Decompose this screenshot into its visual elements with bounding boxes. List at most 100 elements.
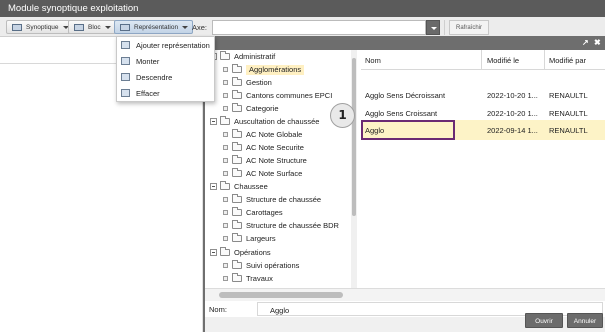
tree-node[interactable]: Suivi opérations (223, 260, 299, 273)
tree-leaf-icon (223, 93, 228, 98)
open-representation-dialog: ↗ ✖ Administratif Agglomérations Gestion… (203, 36, 605, 332)
bloc-label: Bloc (88, 24, 101, 31)
open-button[interactable]: Ouvrir (525, 313, 563, 328)
menu-item-ajouter[interactable]: Ajouter représentation (117, 37, 214, 53)
menu-item-label: Descendre (136, 73, 173, 82)
synoptique-label: Synoptique (26, 24, 59, 31)
tree-node[interactable]: Carottages (223, 207, 283, 220)
folder-icon (220, 51, 230, 60)
table-row-selected[interactable]: Agglo 2022-09-14 1... RENAULTL (361, 120, 605, 140)
column-header-modifie-le[interactable]: Modifié le (487, 56, 519, 65)
tree-node[interactable]: AC Note Surface (223, 168, 302, 181)
synoptique-icon (12, 24, 22, 31)
folder-icon (232, 142, 242, 151)
scrollbar-thumb[interactable] (352, 58, 356, 216)
folder-icon (232, 129, 242, 138)
folder-icon (232, 103, 242, 112)
cell-date: 2022-10-20 1... (487, 109, 538, 118)
add-icon (121, 41, 130, 49)
column-header-nom[interactable]: Nom (365, 56, 381, 65)
tree-node[interactable]: AC Note Globale (223, 129, 302, 142)
cell-nom: Agglo Sens Décroissant (365, 91, 446, 100)
folder-icon (232, 90, 242, 99)
tree-node[interactable]: Agglomérations (223, 64, 305, 77)
menu-item-monter[interactable]: Monter (117, 53, 214, 69)
tree-leaf-icon (223, 80, 228, 85)
tree-leaf-icon (223, 223, 228, 228)
column-divider (481, 50, 482, 70)
menu-item-label: Effacer (136, 89, 160, 98)
move-down-icon (121, 73, 130, 81)
name-label: Nom: (209, 305, 227, 314)
axe-dropdown-button[interactable] (426, 20, 440, 35)
refresh-button[interactable]: Rafraîchir (449, 20, 490, 35)
tree-node[interactable]: Gestion (223, 77, 272, 90)
dialog-header: ↗ ✖ (205, 36, 605, 50)
representation-label: Représentation (134, 24, 179, 31)
tree-node[interactable]: Cantons communes EPCI (223, 90, 332, 103)
horizontal-scrollbar[interactable] (205, 288, 605, 301)
menu-item-descendre[interactable]: Descendre (117, 69, 214, 85)
tree-node[interactable]: Auscultation de chaussée (210, 116, 319, 129)
folder-icon (232, 194, 242, 203)
app-title-bar: Module synoptique exploitation (0, 0, 605, 17)
tree-node[interactable]: Administratif (210, 51, 275, 64)
column-header-modifie-par[interactable]: Modifié par (549, 56, 586, 65)
folder-icon (232, 207, 242, 216)
tree-leaf-icon (223, 132, 228, 137)
tree-leaf-icon (223, 197, 228, 202)
toolbar-separator (444, 20, 445, 35)
tree-leaf-icon (223, 171, 228, 176)
menu-item-effacer[interactable]: Effacer (117, 85, 214, 101)
cell-nom: Agglo Sens Croissant (365, 109, 438, 118)
tree-leaf-icon (223, 236, 228, 241)
tree-node[interactable]: AC Note Securite (223, 142, 304, 155)
tree-leaf-icon (223, 158, 228, 163)
folder-icon (220, 116, 230, 125)
representation-button[interactable]: Représentation (114, 20, 194, 34)
menu-item-label: Monter (136, 57, 160, 66)
tree-leaf-icon (223, 263, 228, 268)
cell-date: 2022-09-14 1... (487, 126, 538, 135)
tree-scrollbar[interactable] (351, 50, 357, 288)
bloc-icon (74, 24, 84, 31)
column-divider (544, 50, 545, 70)
tree-node[interactable]: Chaussee (210, 181, 268, 194)
chevron-down-icon (104, 25, 111, 29)
bloc-button[interactable]: Bloc (68, 20, 116, 34)
tree-node[interactable]: Travaux (223, 273, 273, 286)
folder-icon (232, 233, 242, 242)
move-up-icon (121, 57, 130, 65)
cell-nom: Agglo (365, 126, 385, 135)
folder-icon (232, 168, 242, 177)
tree-leaf-icon (223, 67, 228, 72)
tree-node[interactable]: Opérations (210, 247, 271, 260)
cancel-button[interactable]: Annuler (567, 313, 603, 328)
representation-icon (120, 24, 130, 31)
collapse-icon[interactable] (210, 183, 217, 190)
representation-menu: Ajouter représentation Monter Descendre … (116, 36, 215, 102)
axe-input[interactable] (212, 20, 426, 35)
tree-node[interactable]: Largeurs (223, 233, 276, 246)
tree-leaf-icon (223, 276, 228, 281)
collapse-icon[interactable] (210, 118, 217, 125)
tree-node[interactable]: AC Note Structure (223, 155, 307, 168)
restore-icon[interactable]: ↗ (582, 38, 589, 47)
tree-node[interactable]: Structure de chaussée (223, 194, 321, 207)
step-marker: 1 (330, 103, 355, 128)
tree-leaf-icon (223, 106, 228, 111)
tree-node[interactable]: Categorie (223, 103, 279, 116)
tree-leaf-icon (223, 210, 228, 215)
table-row[interactable]: Agglo Sens Décroissant 2022-10-20 1... R… (361, 85, 605, 105)
collapse-icon[interactable] (210, 249, 217, 256)
cell-par: RENAULTL (549, 91, 588, 100)
table-header: Nom Modifié le Modifié par (361, 50, 605, 70)
scrollbar-thumb[interactable] (219, 292, 343, 298)
close-icon[interactable]: ✖ (594, 38, 601, 47)
tree-node[interactable]: Structure de chaussée BDR (223, 220, 339, 233)
app-title: Module synoptique exploitation (8, 3, 139, 14)
synoptique-button[interactable]: Synoptique (6, 20, 74, 34)
cell-date: 2022-10-20 1... (487, 91, 538, 100)
folder-icon (220, 247, 230, 256)
folder-icon (232, 155, 242, 164)
